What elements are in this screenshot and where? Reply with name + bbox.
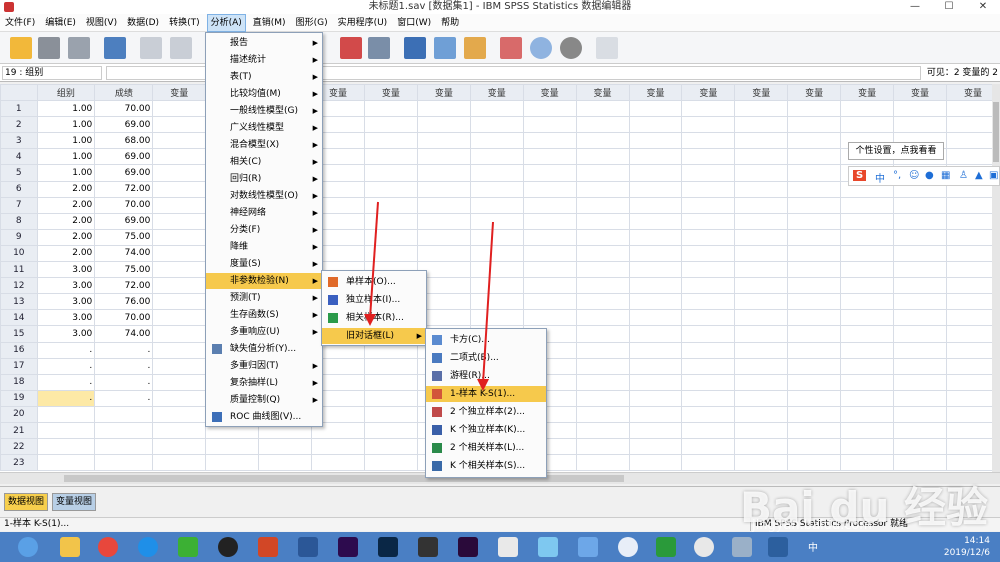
arrow-head [364, 314, 376, 326]
punctuation-icon[interactable]: °, [893, 170, 901, 181]
sogou-logo-icon[interactable]: S [853, 170, 867, 181]
keyboard-icon[interactable]: ▦ [941, 170, 950, 181]
watermark-url: jingyan.baidu.com [752, 518, 872, 533]
microphone-icon[interactable]: ● [925, 170, 934, 181]
red-arrow [369, 201, 379, 319]
red-arrow [482, 221, 494, 384]
user-icon[interactable]: ♙ [959, 170, 968, 181]
emoji-icon[interactable]: ☺ [909, 170, 919, 181]
ime-mode-indicator[interactable]: 中 [875, 170, 885, 185]
skin-icon[interactable]: ▲ [975, 170, 983, 181]
ime-toolbar: S 中 °, ☺ ● ▦ ♙ ▲ ▣ [848, 166, 1000, 186]
arrow-head [477, 379, 489, 391]
toolbox-icon[interactable]: ▣ [989, 170, 998, 181]
ime-tooltip: 个性设置，点我看看 [848, 142, 944, 160]
